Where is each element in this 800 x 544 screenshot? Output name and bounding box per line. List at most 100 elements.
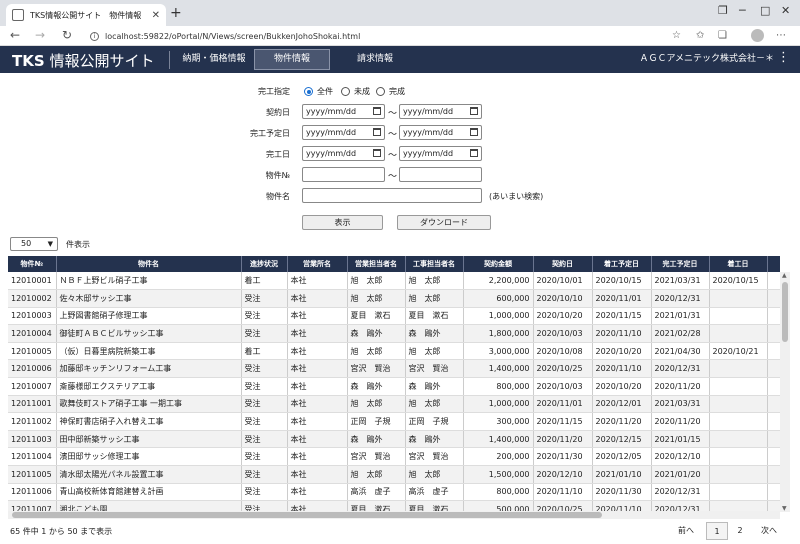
scroll-up-icon[interactable]: ▲ [782,272,787,279]
col-start-date-cell [709,324,768,343]
table-row[interactable]: 12010006 加藤邸キッチンリフォーム工事 受注 本社 宮沢 賢治 宮沢 賢治 1,40… [8,359,780,379]
planned-date-to[interactable]: yyyy/mm/dd [399,125,482,140]
complete-date-to[interactable]: yyyy/mm/dd [399,146,482,161]
horizontal-scrollbar[interactable] [8,511,780,519]
horizontal-scroll-thumb[interactable] [12,512,602,518]
col-progress-cell: 受注 [241,500,288,511]
download-button[interactable]: ダウンロード [397,215,491,230]
calendar-icon[interactable] [373,128,381,136]
table-row[interactable]: 12010001 ＮＢＦ上野ビル硝子工事 着工 本社旭 太郎旭 太郎 2,200,000… [8,272,780,291]
bukken-no-from-input[interactable] [302,167,385,182]
range-separator: ～ [388,130,398,140]
radio-all-label: 全件 [317,87,333,96]
table-row[interactable]: 12010005 （仮）日暮里病院新築工事 着工 本社旭 太郎旭 太郎 3,000,00… [8,342,780,361]
site-logo[interactable]: TKS 情報公開サイト [12,50,154,71]
col-construction-rep-cell: 旭 太郎 [405,289,464,308]
contract-date-from[interactable]: yyyy/mm/dd [302,104,385,119]
col-bukken-no-header[interactable]: 物件№ [8,256,57,272]
favorite-icon[interactable]: ☆ [672,30,681,41]
menu-icon[interactable]: ⋮ [777,51,790,64]
logo-tks: TKS [12,52,45,70]
collections-icon[interactable]: ❏ [718,30,727,41]
col-bukken-name-cell: 御徒町ＡＢＣビルサッシ工事 [56,324,242,343]
col-start-date-header[interactable]: 着工日 [709,256,768,272]
col-complete-planned-header[interactable]: 完工予定日 [651,256,710,272]
app-header: TKS 情報公開サイト 納期・価格情報 物件情報 請求情報 ＡＧＣアメニテック株… [0,46,800,73]
radio-complete[interactable]: 完成 [376,86,405,97]
col-progress-cell: 受注 [241,289,288,308]
col-complete-date-header[interactable]: 完 [767,256,780,272]
radio-all[interactable]: 全件 [304,86,333,97]
planned-date-from[interactable]: yyyy/mm/dd [302,125,385,140]
col-contract-amount-cell: 1,800,000 [463,324,534,343]
table-row[interactable]: 12011007 湘北こども園 受注 本社 夏目 漱石 夏目 漱石 500,000 2020/… [8,500,780,511]
table-row[interactable]: 12010003 上野図書館硝子修理工事 受注 本社 夏目 漱石 夏目 漱石 1,000,0… [8,307,780,326]
table-row[interactable]: 12010007 斎藤様邸エクステリア工事 受注 本社森 鴎外森 鴎外 800,000 2… [8,377,780,396]
next-page-button[interactable]: 次へ [757,522,781,540]
page-size-select[interactable]: 50 ▼ [10,237,58,251]
table-row[interactable]: 12010002 佐々木邸サッシ工事 受注 本社旭 太郎旭 太郎 600,000 2020… [8,289,780,308]
scroll-down-icon[interactable]: ▼ [782,505,787,512]
forward-icon[interactable]: → [35,28,45,42]
col-complete-planned-cell: 2021/02/28 [651,324,710,343]
table-row[interactable]: 12011004 濱田邸サッシ修理工事 受注 本社 宮沢 賢治 宮沢 賢治 200,000 2… [8,447,780,467]
radio-complete-button[interactable] [376,87,385,96]
complete-date-from[interactable]: yyyy/mm/dd [302,146,385,161]
maximize-icon[interactable]: □ [760,4,770,17]
table-row[interactable]: 12011001 歌舞伎町ストア硝子工事 一期工事 受注 本社旭 太郎旭 太郎 1,00… [8,395,780,414]
browser-tab[interactable]: TKS情報公開サイト 物件情報 ✕ [6,4,166,26]
col-bukken-name-cell: 斎藤様邸エクステリア工事 [56,377,242,396]
col-contract-amount-header[interactable]: 契約金額 [463,256,534,272]
table-row[interactable]: 12011005 清水邸太陽光パネル設置工事 受注 本社旭 太郎旭 太郎 1,500,0… [8,465,780,484]
nav-billing-info[interactable]: 請求情報 [340,46,410,73]
bukken-no-label: 物件№ [265,171,290,180]
radio-all-button[interactable] [304,87,313,96]
back-icon[interactable]: ← [10,28,20,42]
calendar-icon[interactable] [470,149,478,157]
reload-icon[interactable]: ↻ [62,28,72,42]
contract-date-to[interactable]: yyyy/mm/dd [399,104,482,119]
col-progress-header[interactable]: 進捗状況 [241,256,288,272]
window-restore-icon[interactable]: ❐ [718,4,728,17]
table-row[interactable]: 12011002 神保町書店硝子入れ替え工事 受注 本社 正岡 子規 正岡 子規 300,0… [8,412,780,431]
col-contract-date-header[interactable]: 契約日 [533,256,593,272]
col-start-planned-header[interactable]: 着工予定日 [592,256,652,272]
col-bukken-name-header[interactable]: 物件名 [56,256,242,272]
bukken-name-input[interactable] [302,188,482,203]
radio-incomplete[interactable]: 未成 [341,86,370,97]
col-start-planned-cell: 2020/10/15 [592,272,652,291]
table-row[interactable]: 12010004 御徒町ＡＢＣビルサッシ工事 受注 本社森 鴎外森 鴎外 1,800,0… [8,324,780,343]
minimize-icon[interactable]: ─ [739,4,746,17]
site-info-icon[interactable]: i [90,31,99,41]
radio-incomplete-button[interactable] [341,87,350,96]
prev-page-button[interactable]: 前へ [674,522,698,540]
col-office-header[interactable]: 営業所名 [287,256,348,272]
calendar-icon[interactable] [470,128,478,136]
calendar-icon[interactable] [470,107,478,115]
nav-price-delivery[interactable]: 納期・価格情報 [176,46,252,73]
close-tab-icon[interactable]: ✕ [152,10,160,21]
col-bukken-name-cell: 歌舞伎町ストア硝子工事 一期工事 [56,395,242,414]
calendar-icon[interactable] [373,107,381,115]
bukken-no-to-input[interactable] [399,167,482,182]
col-complete-date-cell [767,289,780,308]
more-icon[interactable]: ⋯ [776,30,786,41]
profile-avatar[interactable] [751,29,764,42]
display-button[interactable]: 表示 [302,215,383,230]
table-row[interactable]: 12011003 田中邸新築サッシ工事 受注 本社森 鴎外森 鴎外 1,400,000 2… [8,430,780,449]
favorites-icon[interactable]: ✩ [696,30,704,41]
window-close-icon[interactable]: ✕ [781,4,790,17]
table-row[interactable]: 12011006 青山高校新体育館建替え計画 受注 本社 高浜 虚子 高浜 虚子 800,0… [8,483,780,502]
calendar-icon[interactable] [373,149,381,157]
vertical-scrollbar[interactable]: ▲ ▼ [780,272,790,512]
page-2-button[interactable]: 2 [731,522,749,540]
planned-date-to-text: yyyy/mm/dd [403,128,454,137]
page-1-button[interactable]: 1 [706,522,728,540]
col-sales-rep-header[interactable]: 営業担当者名 [347,256,406,272]
range-separator: ～ [388,109,398,119]
new-tab-icon[interactable]: + [170,5,182,21]
nav-property-info[interactable]: 物件情報 [254,49,330,70]
col-construction-rep-header[interactable]: 工事担当者名 [405,256,464,272]
url-field[interactable]: i localhost:59822/oPortal/N/Views/screen… [90,29,650,43]
vertical-scroll-thumb[interactable] [782,282,788,342]
